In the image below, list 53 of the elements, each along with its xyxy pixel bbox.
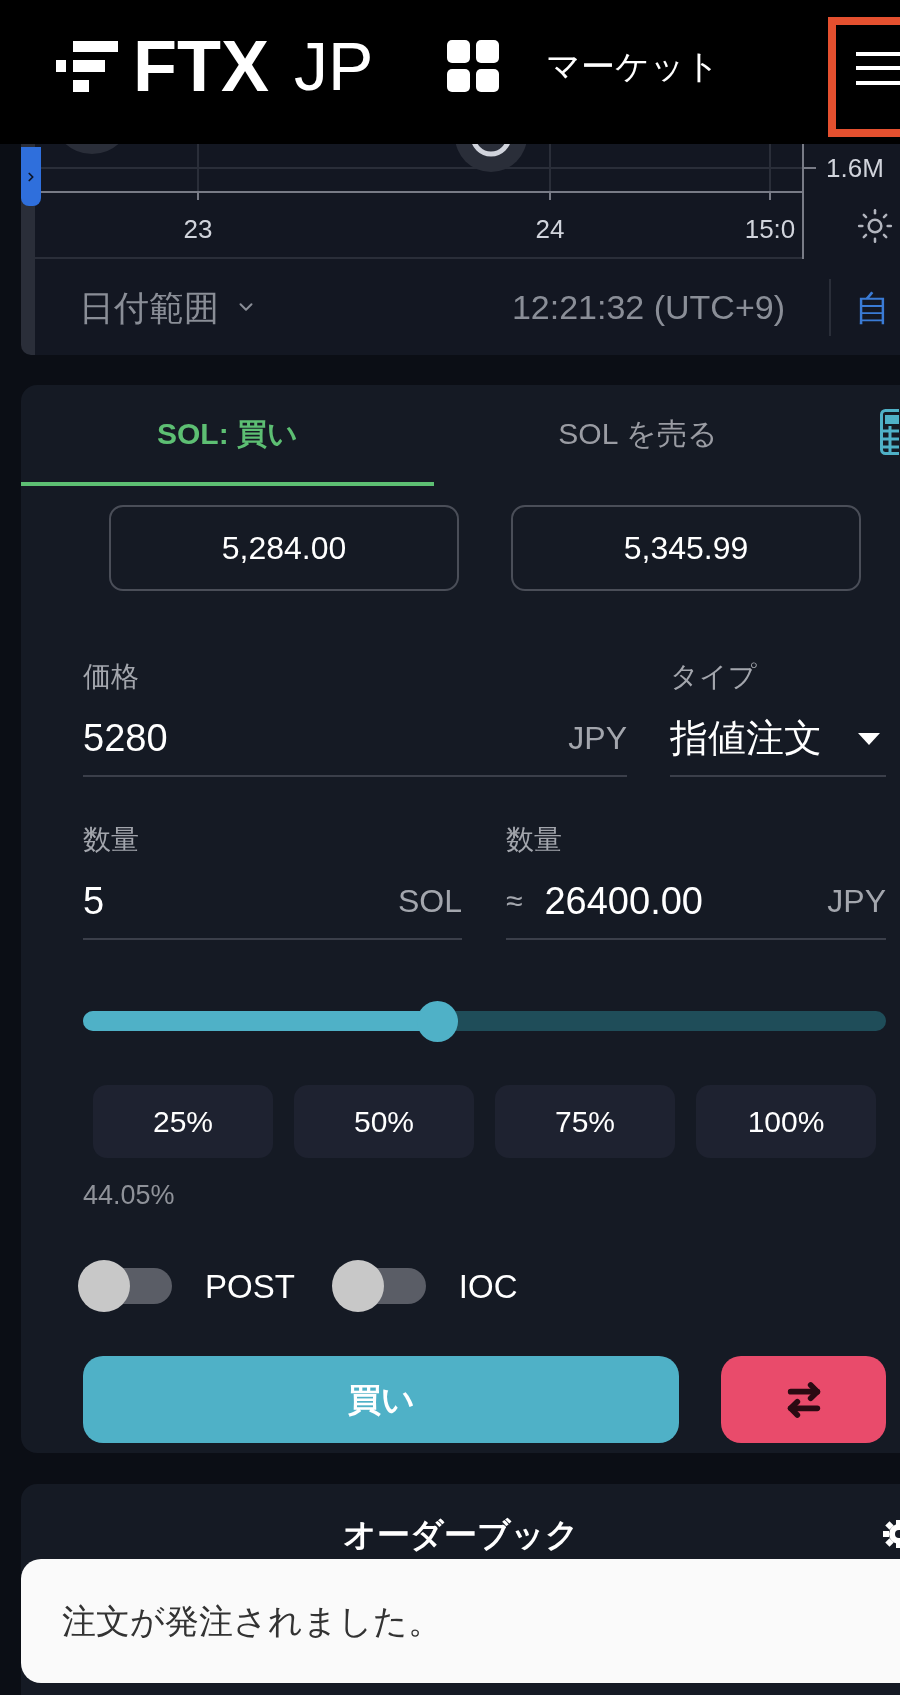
price-input[interactable]: 5280 JPY xyxy=(83,694,627,777)
price-button[interactable]: 5,284.00 xyxy=(109,505,459,591)
axis-label: 15:0 xyxy=(744,214,796,244)
field-value: 5280 xyxy=(83,721,168,755)
axis-label: 23 xyxy=(183,214,213,244)
field-value: 26400.00 xyxy=(544,884,703,918)
toggle-switch[interactable] xyxy=(331,1260,426,1312)
settings-icon[interactable] xyxy=(882,1519,900,1549)
market-menu-button[interactable]: マーケット xyxy=(447,40,721,92)
logo-icon xyxy=(56,40,118,92)
sun-icon[interactable] xyxy=(856,207,894,245)
slider-track[interactable] xyxy=(83,1001,886,1042)
menu-icon xyxy=(856,52,900,85)
field-label: 価格 xyxy=(83,660,139,694)
side-tab[interactable]: SOL を売る xyxy=(434,385,842,486)
total-input[interactable]: ≈ 26400.00 JPY xyxy=(506,857,886,940)
side-tab[interactable]: SOL: 買い xyxy=(21,385,434,486)
swap-button[interactable] xyxy=(721,1356,886,1443)
toggle-switch[interactable] xyxy=(78,1260,172,1312)
slider-thumb[interactable] xyxy=(416,1001,458,1042)
chart-button[interactable] xyxy=(456,144,526,172)
order-book-title: オーダーブック xyxy=(342,1517,579,1551)
clock-label: 12:21:32 (UTC+9) xyxy=(511,290,785,324)
percent-button[interactable]: 100% xyxy=(696,1085,876,1158)
toggle-label: IOC xyxy=(458,1269,518,1303)
field-label: 数量 xyxy=(506,823,562,857)
auto-button[interactable]: 自 xyxy=(855,289,890,325)
axis-label: 24 xyxy=(535,214,565,244)
percent-button[interactable]: 25% xyxy=(93,1085,273,1158)
axis-label: 1.6M xyxy=(826,153,884,183)
approx-sign: ≈ xyxy=(506,884,523,918)
percent-button[interactable]: 75% xyxy=(495,1085,675,1158)
percent-reading: 44.05% xyxy=(83,1179,175,1212)
expand-tab[interactable] xyxy=(21,147,41,206)
calculator-icon[interactable] xyxy=(880,408,899,455)
unit-label: SOL xyxy=(397,884,462,918)
date-range-dropdown[interactable]: 日付範囲 xyxy=(79,289,257,325)
toggle-label: POST xyxy=(205,1269,295,1303)
percent-button[interactable]: 50% xyxy=(294,1085,474,1158)
field-label: タイプ xyxy=(670,660,757,694)
unit-label: JPY xyxy=(827,884,886,918)
field-value: 5 xyxy=(83,884,105,918)
toast-message: 注文が発注されました。 xyxy=(62,1604,442,1638)
menu-button[interactable] xyxy=(828,17,900,137)
grid-icon xyxy=(447,40,500,92)
logo-suffix: JP xyxy=(294,32,374,100)
quantity-input[interactable]: 5 SOL xyxy=(83,857,462,940)
field-label: 数量 xyxy=(83,823,139,857)
order-type-select[interactable]: 指値注文 xyxy=(670,694,886,777)
caret-down-icon xyxy=(858,733,880,745)
logo-text: FTX xyxy=(133,30,269,102)
unit-label: JPY xyxy=(568,721,627,755)
price-button[interactable]: 5,345.99 xyxy=(511,505,861,591)
